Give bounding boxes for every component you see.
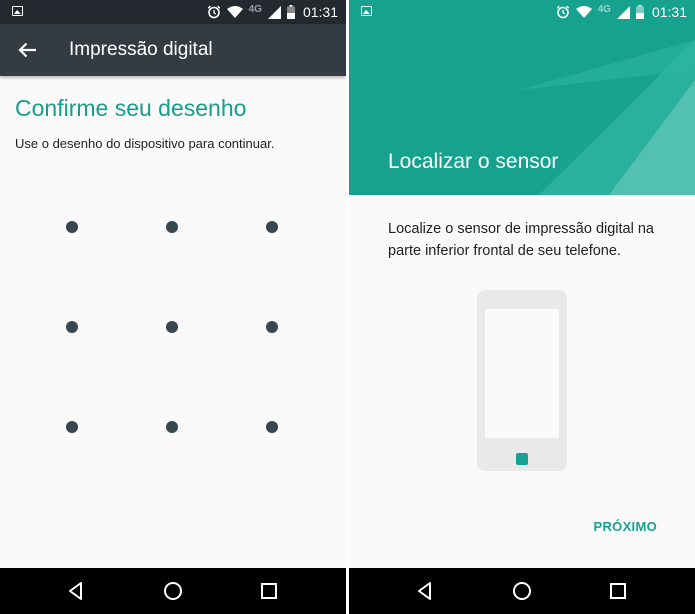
banner-title: Localizar o sensor [388, 150, 559, 173]
pattern-dot[interactable] [166, 421, 178, 433]
nav-recents-icon[interactable] [259, 581, 279, 601]
toolbar-title: Impressão digital [69, 39, 213, 60]
wifi-icon [575, 6, 592, 18]
page-title: Confirme seu desenho [15, 95, 247, 121]
nav-home-icon[interactable] [512, 581, 532, 601]
back-arrow-icon[interactable] [16, 39, 38, 61]
battery-icon [286, 5, 295, 19]
nav-back-icon[interactable] [415, 581, 435, 601]
nav-home-icon[interactable] [163, 581, 183, 601]
sensor-description: Localize o sensor de impressão digital n… [388, 221, 654, 259]
clock: 01:31 [302, 4, 338, 20]
clock: 01:31 [651, 4, 687, 20]
app-toolbar: Impressão digital [0, 24, 346, 76]
signal-icon [616, 5, 630, 19]
pattern-dot[interactable] [166, 321, 178, 333]
nav-recents-icon[interactable] [608, 581, 628, 601]
next-button[interactable]: PRÓXIMO [594, 519, 658, 534]
pattern-dot[interactable] [66, 421, 78, 433]
fingerprint-sensor-marker [516, 453, 528, 465]
header-banner: Localizar o sensor [349, 0, 695, 195]
status-bar: 4G 01:31 [349, 0, 695, 24]
locate-sensor-screen: Localizar o sensor 4G 01:31 Localize o s… [349, 0, 695, 614]
phone-screen-graphic [485, 309, 559, 438]
pattern-dot[interactable] [266, 321, 278, 333]
navigation-bar [0, 568, 346, 614]
signal-icon [267, 5, 281, 19]
network-type-label: 4G [597, 3, 611, 15]
image-icon [12, 6, 23, 16]
pattern-dot[interactable] [166, 221, 178, 233]
pattern-dot[interactable] [66, 221, 78, 233]
phone-illustration [477, 290, 567, 471]
instruction-text: Use o desenho do dispositivo para contin… [15, 136, 275, 151]
network-type-label: 4G [248, 3, 262, 15]
image-icon [361, 6, 372, 16]
pattern-dot[interactable] [266, 221, 278, 233]
battery-icon [635, 5, 644, 19]
status-bar: 4G 01:31 [0, 0, 346, 24]
navigation-bar [349, 568, 695, 614]
nav-back-icon[interactable] [66, 581, 86, 601]
pattern-dot[interactable] [266, 421, 278, 433]
alarm-icon [207, 5, 220, 19]
pattern-confirm-screen: 4G 01:31 Impressão digital Confirme seu … [0, 0, 346, 614]
alarm-icon [556, 5, 569, 19]
wifi-icon [226, 6, 243, 18]
pattern-dot[interactable] [66, 321, 78, 333]
